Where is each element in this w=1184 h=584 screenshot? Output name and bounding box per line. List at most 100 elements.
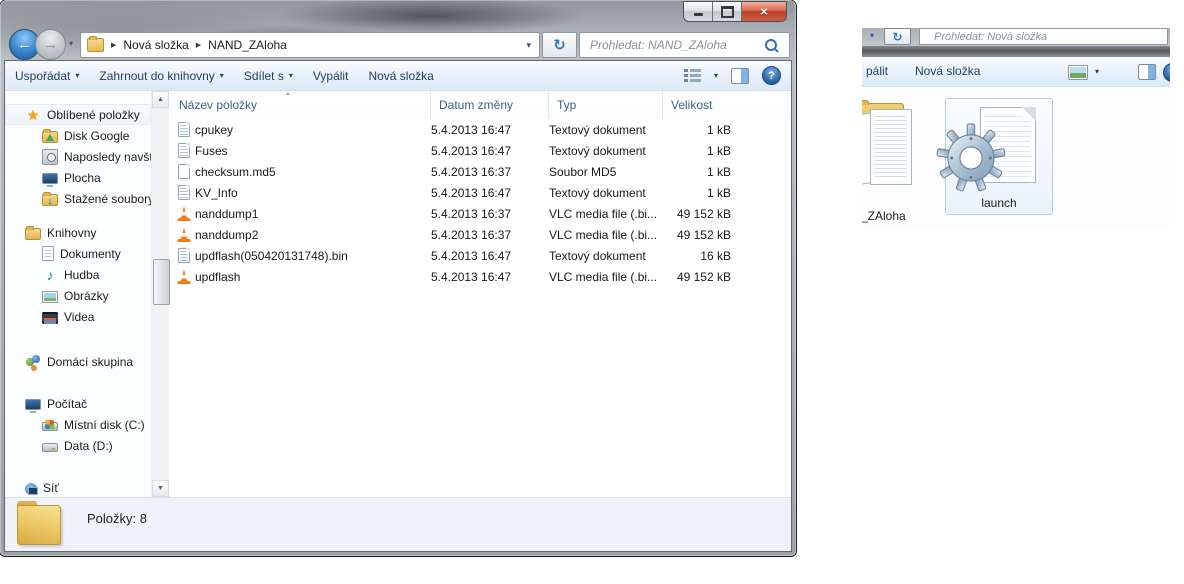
burn-button-partial[interactable]: pálit <box>866 64 888 78</box>
navigation-pane: ★ Oblíbené položky Disk Google Naposledy… <box>5 91 151 497</box>
column-header-name[interactable]: Název položky <box>169 91 431 119</box>
view-dropdown-icon[interactable]: ▾ <box>714 71 718 80</box>
close-button[interactable]: × <box>742 2 786 21</box>
sidebar-item-downloads[interactable]: Stažené soubory <box>5 188 151 209</box>
help-icon[interactable]: ? <box>1163 63 1170 82</box>
share-with-label: Sdílet s <box>243 68 284 83</box>
maximize-icon <box>720 5 734 18</box>
forward-arrow-icon: → <box>43 36 58 53</box>
scrollbar-thumb[interactable] <box>153 259 170 305</box>
downloads-icon <box>42 191 58 207</box>
glass-frame-strip <box>862 46 1170 57</box>
refresh-button[interactable]: ↻ <box>884 28 911 45</box>
preview-pane-icon[interactable] <box>1138 64 1156 80</box>
main-area: ★ Oblíbené položky Disk Google Naposledy… <box>5 91 791 497</box>
change-view-icon[interactable] <box>683 69 701 82</box>
breadcrumb-item-nova-slozka[interactable]: Nová složka <box>123 38 188 52</box>
file-row-fuses[interactable]: Fuses 5.4.2013 16:47 Textový dokument 1 … <box>169 140 791 161</box>
search-box <box>579 32 790 58</box>
sidebar-item-libraries[interactable]: Knihovny <box>5 222 151 243</box>
file-type: Textový dokument <box>549 185 646 200</box>
file-item-label: launch <box>981 196 1017 210</box>
file-item-launch-selected[interactable]: launch <box>936 98 1053 215</box>
file-rows: cpukey 5.4.2013 16:47 Textový dokument 1… <box>169 119 791 497</box>
file-type: Textový dokument <box>549 248 646 263</box>
sidebar-item-recent-places[interactable]: Naposledy navští <box>5 146 151 167</box>
organize-button[interactable]: Uspořádat ▾ <box>5 61 89 90</box>
include-in-library-label: Zahrnout do knihovny <box>99 68 215 83</box>
file-date: 5.4.2013 16:37 <box>431 164 512 179</box>
close-icon: × <box>760 4 768 19</box>
recent-pages-dropdown[interactable]: ▾ <box>69 39 73 48</box>
file-row-cpukey[interactable]: cpukey 5.4.2013 16:47 Textový dokument 1… <box>169 119 791 140</box>
file-name: checksum.md5 <box>195 164 276 179</box>
folder-item-label: D_ZAloha <box>862 209 906 223</box>
sidebar-item-pictures[interactable]: Obrázky <box>5 285 151 306</box>
sidebar-item-favorites[interactable]: ★ Oblíbené položky <box>5 104 151 125</box>
refresh-icon: ↻ <box>553 37 566 54</box>
burn-button[interactable]: Vypálit <box>303 61 359 90</box>
scroll-up-button[interactable]: ▲ <box>152 91 169 108</box>
blank-file-icon <box>178 164 190 179</box>
file-size: 1 kB <box>706 185 731 200</box>
sidebar-item-data-d[interactable]: Data (D:) <box>5 435 151 456</box>
maximize-button[interactable] <box>713 2 742 21</box>
videos-icon <box>42 311 58 324</box>
file-name: nanddump2 <box>195 227 259 242</box>
sidebar-item-desktop[interactable]: Plocha <box>5 167 151 188</box>
file-date: 5.4.2013 16:47 <box>431 122 512 137</box>
minimize-button[interactable] <box>684 2 713 21</box>
share-with-button[interactable]: Sdílet s ▾ <box>234 61 303 90</box>
sidebar-item-homegroup[interactable]: Domácí skupina <box>5 351 151 372</box>
pictures-icon <box>42 290 58 303</box>
file-row-kv-info[interactable]: KV_Info 5.4.2013 16:47 Textový dokument … <box>169 182 791 203</box>
change-view-icon[interactable] <box>1068 65 1088 80</box>
address-dropdown-icon[interactable]: ▾ <box>870 31 874 40</box>
sidebar-label: Místní disk (C:) <box>64 417 145 432</box>
breadcrumb[interactable]: ▶ Nová složka ▶ NAND_ZAloha ▾ <box>80 32 540 58</box>
sidebar-item-network[interactable]: Síť <box>5 477 151 497</box>
folder-item-nand-zaloha[interactable]: D_ZAloha <box>862 100 926 223</box>
folder-icon <box>17 501 65 545</box>
text-file-icon <box>178 122 190 137</box>
help-icon[interactable]: ? <box>762 66 781 85</box>
sidebar-item-computer[interactable]: Počítač <box>5 393 151 414</box>
scroll-down-button[interactable]: ▼ <box>152 480 169 497</box>
address-dropdown-icon[interactable]: ▾ <box>526 40 531 51</box>
view-dropdown-icon[interactable]: ▾ <box>1095 67 1099 76</box>
refresh-button[interactable]: ↻ <box>542 32 577 58</box>
column-header-type[interactable]: Typ <box>549 91 663 119</box>
file-size: 1 kB <box>706 143 731 158</box>
title-bar[interactable]: × <box>0 0 796 28</box>
preview-pane-icon[interactable] <box>731 67 749 84</box>
sidebar-item-music[interactable]: ♪ Hudba <box>5 264 151 285</box>
sidebar-scrollbar[interactable]: ▲ ▼ <box>151 91 170 497</box>
breadcrumb-item-nand-zaloha[interactable]: NAND_ZAloha <box>208 38 287 52</box>
sidebar-item-google-drive[interactable]: Disk Google <box>5 125 151 146</box>
file-row-updflash-bin[interactable]: updflash(050420131748).bin 5.4.2013 16:4… <box>169 245 791 266</box>
command-toolbar: Uspořádat ▾ Zahrnout do knihovny ▾ Sdíle… <box>5 61 791 91</box>
file-date: 5.4.2013 16:37 <box>431 206 512 221</box>
sidebar-item-documents[interactable]: Dokumenty <box>5 243 151 264</box>
organize-label: Uspořádat <box>15 68 71 83</box>
new-folder-button[interactable]: Nová složka <box>915 64 980 78</box>
file-type: VLC media file (.bi... <box>549 227 658 242</box>
file-row-checksum-md5[interactable]: checksum.md5 5.4.2013 16:37 Soubor MD5 1… <box>169 161 791 182</box>
file-size: 16 kB <box>700 248 731 263</box>
search-input[interactable] <box>580 38 765 52</box>
new-folder-button[interactable]: Nová složka <box>358 61 443 90</box>
sidebar-item-videos[interactable]: Videa <box>5 306 151 327</box>
file-size: 49 152 kB <box>676 206 731 221</box>
toolbar-right-icons: ▾ ? <box>683 66 791 85</box>
file-row-nanddump2[interactable]: nanddump2 5.4.2013 16:37 VLC media file … <box>169 224 791 245</box>
sidebar-label: Domácí skupina <box>47 354 134 369</box>
search-input[interactable] <box>920 30 1167 43</box>
file-row-updflash[interactable]: updflash 5.4.2013 16:47 VLC media file (… <box>169 266 791 287</box>
file-row-nanddump1[interactable]: nanddump1 5.4.2013 16:37 VLC media file … <box>169 203 791 224</box>
column-header-size[interactable]: Velikost <box>663 91 741 119</box>
column-header-date[interactable]: Datum změny <box>431 91 549 119</box>
include-in-library-button[interactable]: Zahrnout do knihovny ▾ <box>89 61 233 90</box>
forward-button[interactable]: → <box>35 29 66 60</box>
sidebar-item-local-disk-c[interactable]: Místní disk (C:) <box>5 414 151 435</box>
file-name: updflash <box>195 269 241 284</box>
